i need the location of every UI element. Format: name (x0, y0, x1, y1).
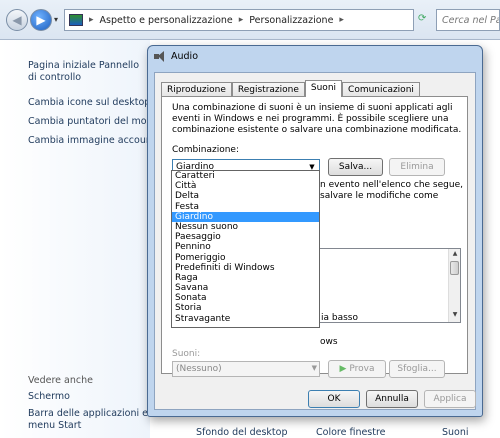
apply-button[interactable]: Applica (424, 390, 476, 408)
link-taskbar-start[interactable]: Barra delle applicazioni e menu Start (28, 408, 153, 432)
instruction-text-line: salvare le modifiche come (320, 191, 439, 201)
breadcrumb-chevron-icon[interactable]: ▸ (239, 15, 244, 25)
delete-button[interactable]: Elimina (389, 158, 445, 176)
back-button[interactable]: ◀ (6, 9, 28, 31)
event-item[interactable]: ia basso (321, 313, 358, 324)
breadcrumb-personalization[interactable]: Personalizzazione (249, 15, 333, 26)
dropdown-option[interactable]: Sonata (172, 293, 319, 303)
events-scrollbar[interactable]: ▲ ▼ (448, 249, 460, 322)
link-sounds[interactable]: Suoni (442, 427, 469, 438)
dropdown-option[interactable]: Storia (172, 303, 319, 313)
link-change-desktop-icons[interactable]: Cambia icone sul desktop (28, 97, 150, 109)
dropdown-option[interactable]: Raga (172, 273, 319, 283)
test-button[interactable]: ▶ Prova (328, 360, 386, 378)
chevron-down-icon: ▼ (311, 364, 317, 372)
dropdown-option[interactable]: Delta (172, 191, 319, 201)
instruction-text-line: n evento nell'elenco che segue, (320, 180, 463, 190)
test-button-label: Prova (349, 364, 375, 374)
back-arrow-icon: ◀ (12, 13, 22, 27)
link-control-panel-home[interactable]: Pagina iniziale Pannello di controllo (28, 60, 143, 84)
browse-button[interactable]: Sfoglia... (389, 360, 445, 378)
dropdown-option[interactable]: Festa (172, 202, 319, 212)
tab-sounds[interactable]: Suoni (304, 80, 343, 97)
dropdown-option[interactable]: Predefiniti di Windows (172, 263, 319, 273)
control-panel-icon (69, 14, 83, 26)
dropdown-option[interactable]: Stravagante (172, 314, 319, 324)
combination-dropdown-list[interactable]: Caratteri Città Delta Festa Giardino Nes… (171, 170, 320, 328)
scroll-up-icon[interactable]: ▲ (450, 250, 460, 260)
forward-arrow-icon: ▶ (36, 13, 46, 27)
scroll-down-icon[interactable]: ▼ (450, 311, 460, 321)
dialog-title: Audio (171, 51, 199, 62)
forward-button[interactable]: ▶ (30, 9, 52, 31)
search-input[interactable]: Cerca nel Panni (436, 9, 500, 31)
link-desktop-background[interactable]: Sfondo del desktop (196, 427, 288, 438)
address-bar: ◀ ▶ ▾ ▸ Aspetto e personalizzazione ▸ Pe… (0, 0, 500, 40)
address-box[interactable]: ▸ Aspetto e personalizzazione ▸ Personal… (64, 9, 414, 31)
scroll-thumb[interactable] (450, 261, 459, 275)
speaker-icon (154, 51, 166, 62)
dropdown-option[interactable]: Nessun suono (172, 222, 319, 232)
tab-playback[interactable]: Riproduzione (161, 82, 232, 97)
dialog-titlebar[interactable]: Audio (154, 51, 198, 62)
link-window-color[interactable]: Colore finestre (316, 427, 386, 438)
tab-strip: Riproduzione Registrazione Suoni Comunic… (161, 80, 420, 97)
see-also-header: Vedere anche (28, 375, 93, 386)
dropdown-option[interactable]: Caratteri (172, 171, 319, 181)
left-pane: Pagina iniziale Pannello di controllo Ca… (0, 40, 163, 438)
link-display[interactable]: Schermo (28, 391, 70, 403)
dropdown-option[interactable]: Pomeriggio (172, 253, 319, 263)
sounds-label: Suoni: (172, 349, 201, 359)
recent-pages-dropdown-icon[interactable]: ▾ (54, 15, 58, 24)
dropdown-option[interactable]: Paesaggio (172, 232, 319, 242)
breadcrumb-appearance[interactable]: Aspetto e personalizzazione (100, 15, 233, 26)
dropdown-option[interactable]: Savana (172, 283, 319, 293)
sounds-select[interactable]: (Nessuno) ▼ (172, 361, 320, 377)
link-change-mouse-pointers[interactable]: Cambia puntatori del mouse (28, 116, 163, 128)
dropdown-option[interactable]: Città (172, 181, 319, 191)
sound-scheme-description: Una combinazione di suoni è un insieme d… (172, 103, 462, 135)
sounds-value: (Nessuno) (176, 364, 222, 374)
refresh-icon[interactable]: ⟳ (418, 13, 426, 24)
startup-sound-checkbox-label[interactable]: ows (320, 337, 338, 348)
cancel-button[interactable]: Annulla (366, 390, 418, 408)
tab-recording[interactable]: Registrazione (231, 82, 305, 97)
breadcrumb-chevron-icon[interactable]: ▸ (339, 15, 344, 25)
combination-label: Combinazione: (172, 145, 239, 155)
link-change-account-picture[interactable]: Cambia immagine account (28, 135, 156, 147)
dropdown-option[interactable]: Pennino (172, 242, 319, 252)
save-button[interactable]: Salva... (328, 158, 383, 176)
play-icon: ▶ (339, 364, 347, 374)
tab-communications[interactable]: Comunicazioni (342, 82, 420, 97)
ok-button[interactable]: OK (308, 390, 360, 408)
dropdown-option-selected[interactable]: Giardino (172, 211, 319, 222)
breadcrumb-chevron-icon[interactable]: ▸ (89, 15, 94, 25)
